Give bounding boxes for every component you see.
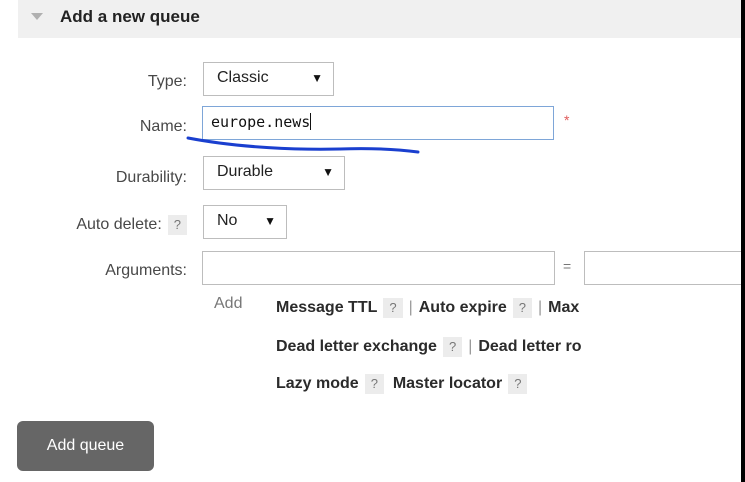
- preset-dead-letter-exchange[interactable]: Dead letter exchange: [276, 338, 437, 355]
- auto-delete-label: Auto delete:?: [76, 215, 187, 235]
- auto-expire-help-button[interactable]: ?: [512, 298, 532, 318]
- separator: |: [408, 299, 413, 317]
- separator: |: [468, 338, 473, 356]
- add-queue-button[interactable]: Add queue: [17, 421, 154, 471]
- arguments-label: Arguments:: [105, 262, 187, 279]
- durability-select[interactable]: Durable ▼: [203, 156, 345, 190]
- auto-delete-help-button[interactable]: ?: [167, 215, 187, 235]
- add-argument-label: Add: [214, 295, 243, 312]
- durability-label: Durability:: [115, 169, 187, 186]
- auto-delete-select-value: No: [217, 212, 238, 229]
- preset-auto-expire[interactable]: Auto expire: [419, 299, 507, 316]
- argument-presets-row-1: Message TTL? | Auto expire? | Max: [276, 298, 579, 318]
- message-ttl-help-button[interactable]: ?: [383, 298, 403, 318]
- argument-presets-row-2: Dead letter exchange? | Dead letter ro: [276, 337, 581, 357]
- auto-delete-select[interactable]: No ▼: [203, 205, 287, 239]
- chevron-down-icon: ▼: [322, 165, 334, 179]
- auto-delete-label-text: Auto delete:: [76, 216, 162, 234]
- argument-key-input[interactable]: [202, 251, 555, 285]
- preset-lazy-mode[interactable]: Lazy mode: [276, 375, 359, 392]
- dead-letter-exchange-help-button[interactable]: ?: [442, 337, 463, 357]
- preset-master-locator[interactable]: Master locator: [393, 375, 502, 392]
- master-locator-help-button[interactable]: ?: [508, 374, 528, 394]
- argument-presets-row-3: Lazy mode? Master locator?: [276, 374, 528, 394]
- window-right-edge: [741, 0, 745, 482]
- arguments-equals: =: [563, 258, 572, 274]
- lazy-mode-help-button[interactable]: ?: [364, 374, 384, 394]
- separator: |: [538, 299, 543, 317]
- handdrawn-underline-annotation: [186, 136, 420, 154]
- chevron-down-icon: ▼: [264, 214, 276, 228]
- durability-select-value: Durable: [217, 163, 274, 180]
- preset-message-ttl[interactable]: Message TTL: [276, 299, 377, 316]
- preset-dead-letter-routing-key[interactable]: Dead letter ro: [478, 338, 581, 355]
- argument-value-input[interactable]: [584, 251, 745, 285]
- preset-max[interactable]: Max: [548, 299, 579, 316]
